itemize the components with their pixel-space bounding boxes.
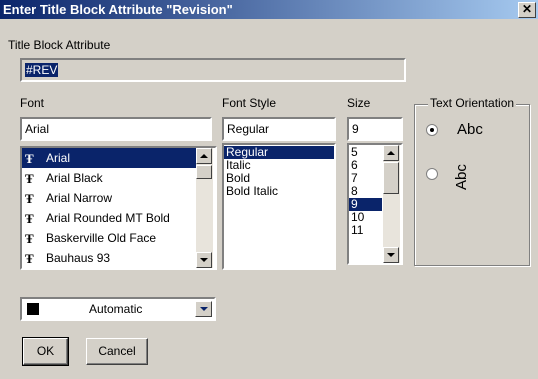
attribute-label: Title Block Attribute bbox=[8, 38, 111, 52]
color-swatch bbox=[27, 303, 39, 315]
truetype-icon: Ŧ bbox=[25, 231, 34, 246]
font-item-label: Arial Rounded MT Bold bbox=[46, 211, 170, 225]
dialog-title: Enter Title Block Attribute "Revision" bbox=[3, 2, 233, 17]
font-list-item[interactable]: Ŧ Baskerville Old Face bbox=[22, 228, 196, 248]
font-list-scrollbar[interactable] bbox=[196, 148, 213, 268]
font-style-label: Font Style bbox=[222, 96, 277, 110]
title-bar[interactable]: Enter Title Block Attribute "Revision" ✕ bbox=[0, 0, 538, 19]
horizontal-radio[interactable] bbox=[426, 124, 438, 136]
font-list-item[interactable]: Ŧ Arial Black bbox=[22, 168, 196, 188]
close-button[interactable]: ✕ bbox=[518, 2, 536, 18]
truetype-icon: Ŧ bbox=[25, 151, 34, 166]
arrow-down-icon bbox=[200, 258, 208, 262]
arrow-up-icon bbox=[387, 151, 395, 155]
scroll-thumb[interactable] bbox=[383, 162, 399, 194]
ok-button[interactable]: OK bbox=[22, 337, 69, 366]
font-list[interactable]: Ŧ Arial Ŧ Arial Black Ŧ Arial Narrow Ŧ Arial Ro… bbox=[20, 146, 217, 270]
truetype-icon: Ŧ bbox=[25, 191, 34, 206]
dropdown-button[interactable] bbox=[195, 301, 212, 317]
truetype-icon: Ŧ bbox=[25, 211, 34, 226]
font-item-label: Arial Black bbox=[46, 171, 103, 185]
color-dropdown[interactable]: Automatic bbox=[20, 297, 216, 321]
font-list-item[interactable]: Ŧ Bauhaus 93 bbox=[22, 248, 196, 268]
horizontal-sample: Abc bbox=[457, 121, 483, 138]
color-label: Automatic bbox=[89, 302, 143, 316]
attribute-value: #REV bbox=[25, 63, 59, 77]
font-item-label: Arial bbox=[46, 151, 71, 165]
vertical-radio[interactable] bbox=[426, 168, 438, 180]
font-item-label: Bauhaus 93 bbox=[46, 251, 111, 265]
scroll-down-button[interactable] bbox=[383, 247, 399, 263]
vertical-sample: Abc bbox=[453, 164, 470, 190]
font-label: Font bbox=[20, 96, 45, 110]
radio-dot bbox=[430, 128, 434, 132]
size-item[interactable]: 11 bbox=[349, 224, 382, 237]
scroll-up-button[interactable] bbox=[196, 148, 212, 164]
scroll-up-button[interactable] bbox=[383, 145, 399, 161]
cancel-button[interactable]: Cancel bbox=[86, 338, 148, 365]
scroll-thumb[interactable] bbox=[196, 165, 212, 179]
font-item-label: Baskerville Old Face bbox=[46, 231, 157, 245]
font-item-label: Arial Narrow bbox=[46, 191, 113, 205]
size-list[interactable]: 5 6 7 8 9 10 11 bbox=[347, 143, 403, 265]
attribute-field[interactable]: #REV bbox=[20, 58, 406, 82]
truetype-icon: Ŧ bbox=[25, 171, 34, 186]
truetype-icon: Ŧ bbox=[25, 251, 34, 266]
size-label: Size bbox=[347, 96, 371, 110]
orientation-label: Text Orientation bbox=[428, 96, 517, 110]
arrow-up-icon bbox=[200, 154, 208, 158]
arrow-down-icon bbox=[387, 253, 395, 257]
size-input[interactable]: 9 bbox=[347, 117, 403, 141]
close-icon: ✕ bbox=[521, 2, 533, 16]
font-list-item[interactable]: Ŧ Arial Narrow bbox=[22, 188, 196, 208]
font-style-list[interactable]: Regular Italic Bold Bold Italic bbox=[222, 143, 336, 270]
scroll-down-button[interactable] bbox=[196, 252, 212, 268]
chevron-down-icon bbox=[200, 307, 208, 311]
font-input[interactable]: Arial bbox=[20, 117, 212, 141]
dialog-window: Enter Title Block Attribute "Revision" ✕… bbox=[0, 0, 538, 379]
font-style-item[interactable]: Bold Italic bbox=[224, 185, 334, 198]
font-list-item[interactable]: Ŧ Arial Rounded MT Bold bbox=[22, 208, 196, 228]
font-style-input[interactable]: Regular bbox=[222, 117, 336, 141]
size-list-scrollbar[interactable] bbox=[383, 145, 400, 263]
font-list-item[interactable]: Ŧ Arial bbox=[22, 148, 196, 168]
